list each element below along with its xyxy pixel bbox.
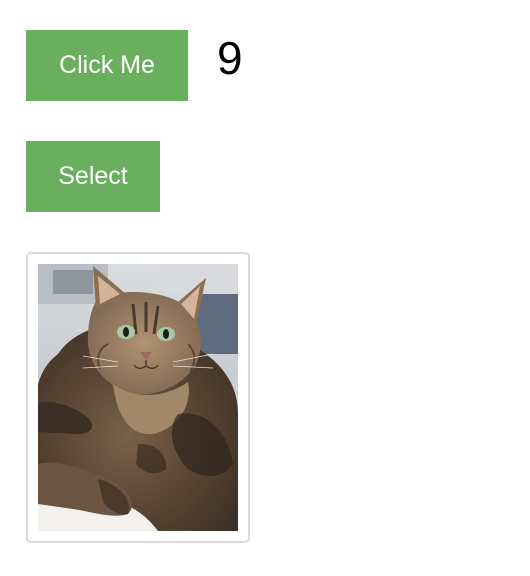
select-button[interactable]: Select bbox=[26, 141, 160, 212]
image-card[interactable] bbox=[26, 252, 250, 543]
click-counter: 9 bbox=[217, 32, 243, 84]
top-row: Click Me 9 bbox=[26, 30, 243, 101]
select-row: Select bbox=[26, 141, 160, 212]
click-me-button[interactable]: Click Me bbox=[26, 30, 188, 101]
cat-photo bbox=[38, 264, 238, 531]
